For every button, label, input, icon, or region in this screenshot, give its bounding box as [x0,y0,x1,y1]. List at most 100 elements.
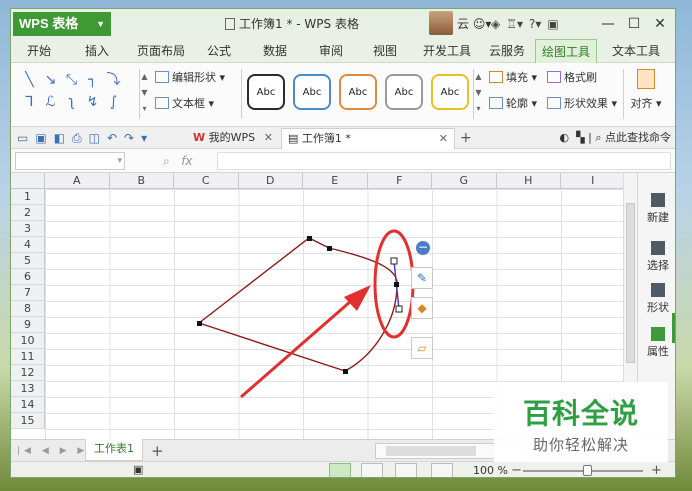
double-arrow-line-icon[interactable]: ⤡ [61,69,82,91]
shape-style-5[interactable]: Abc [431,74,469,110]
macro-record-icon[interactable]: ▣ [133,463,143,476]
tab-home[interactable]: 开始 [19,39,59,63]
open-icon[interactable]: ▭ [17,131,28,145]
style-gallery-scroll[interactable]: ▲ ▼ ▾ [473,69,483,119]
formula-bar: ▾ ⌕ fx [11,149,675,173]
reading-mode-button[interactable] [431,463,453,477]
save-icon[interactable]: ▣ [35,131,46,145]
line-shape-icon[interactable]: ╲ [19,69,40,91]
page-layout-view-button[interactable] [395,463,417,477]
cloud-account[interactable]: 云 ☺▾ [457,9,491,39]
task-pane-shapes[interactable]: 形状 [638,283,675,315]
vertex-handle [394,282,399,287]
undo-icon[interactable]: ↶ [107,131,117,145]
curved-arrow-icon[interactable]: ʅ [61,91,82,113]
format-painter-button[interactable]: 格式刷 [547,69,597,87]
freeform-curve-icon[interactable]: ∫ [103,91,124,113]
task-pane-new[interactable]: 新建 [638,193,675,225]
tab-workbook[interactable]: ▤ 工作簿1 * ✕ [281,128,455,149]
shape-gallery-scroll[interactable]: ▲ ▼ ▾ [139,69,149,119]
tab-drawing-tools[interactable]: 绘图工具 [535,39,597,63]
ribbon-divider [241,69,242,119]
shape-style-1[interactable]: Abc [247,74,285,110]
tab-insert[interactable]: 插入 [77,39,117,63]
chevron-down-icon: ▼ [96,19,105,29]
tab-formulas[interactable]: 公式 [199,39,239,63]
close-icon[interactable]: ✕ [439,129,448,149]
command-search[interactable]: ◐ ▚ | ⌕ 点此查找命令 [560,127,671,149]
align-button[interactable]: 对齐 ▾ [626,69,666,111]
new-tab-button[interactable]: + [460,127,472,149]
feedback-icon[interactable]: ▣ [547,17,558,31]
text-box-label: 文本框 [172,97,205,110]
sheet-nav-arrows[interactable]: |◀ ◀ ▶ ▶| [17,440,95,462]
shape-style-3[interactable]: Abc [339,74,377,110]
share-icon[interactable]: ◐ [560,131,570,144]
tab-review[interactable]: 审阅 [311,39,351,63]
curved-connector-icon[interactable]: ℒ [40,91,61,113]
print-icon[interactable]: ⎙ [72,131,82,145]
zoom-slider[interactable] [523,465,643,476]
zoom-in-button[interactable]: + [651,462,662,477]
add-sheet-button[interactable]: + [151,440,164,462]
close-icon[interactable]: ✕ [264,128,273,148]
normal-view-button[interactable] [329,463,351,477]
elbow-connector-icon[interactable]: ┐ [82,69,103,91]
shape-minus-button[interactable]: − [412,237,434,259]
arrow-line-icon[interactable]: ↘ [40,69,61,91]
text-box-button[interactable]: 文本框 ▾ [155,95,214,113]
outline-icon [489,97,503,109]
tab-data[interactable]: 数据 [255,39,295,63]
tab-developer[interactable]: 开发工具 [419,39,475,63]
avatar[interactable] [429,11,453,35]
elbow-arrow-icon[interactable]: ⤵ [103,69,124,91]
print-preview-icon[interactable]: ◫ [89,131,100,145]
tab-page-layout[interactable]: 页面布局 [133,39,189,63]
shape-effects-button[interactable]: 形状效果 ▾ [547,95,617,113]
tab-workbook-label: 工作簿1 * [301,132,351,145]
layout-icon[interactable]: ▚ [576,131,584,144]
task-pane-select[interactable]: 选择 [638,241,675,273]
formula-input[interactable] [217,152,671,170]
skin-icon[interactable]: ◈ [491,17,500,31]
minimize-button[interactable]: — [595,9,621,39]
export-pdf-icon[interactable]: ◧ [54,131,65,145]
shape-outline-button[interactable]: ✎ [411,267,433,289]
zoom-level[interactable]: 100 % [473,462,508,477]
tab-view[interactable]: 视图 [365,39,405,63]
insert-function-button[interactable]: fx [181,154,192,168]
customize-icon[interactable]: ▾ [141,131,147,145]
help-icon[interactable]: ?▾ [529,17,541,31]
tab-cloud-services[interactable]: 云服务 [483,39,531,63]
task-pane-properties[interactable]: 属性 [638,327,675,359]
scroll-thumb[interactable] [626,203,635,363]
shape-format-button[interactable]: ▱ [411,337,433,359]
maximize-button[interactable]: ☐ [621,9,647,39]
zoom-icon[interactable]: ⌕ [163,154,170,168]
close-button[interactable]: ✕ [647,9,673,39]
app-menu-button[interactable]: WPS 表格 ▼ [13,12,111,36]
sheet-tab-1[interactable]: 工作表1 [85,439,143,461]
edit-shape-button[interactable]: 编辑形状 ▾ [155,69,225,87]
shape-style-4[interactable]: Abc [385,74,423,110]
shape-fill-button[interactable]: ◆ [411,297,433,319]
page-break-view-button[interactable] [361,463,383,477]
zoom-out-button[interactable]: − [511,462,522,477]
tab-text-tools[interactable]: 文本工具 [605,39,667,63]
shape-effects-label: 形状效果 [564,97,608,110]
status-bar: ▣ 100 % − + [11,461,675,477]
edit-shape-icon [155,71,169,83]
scroll-thumb[interactable] [386,446,476,456]
task-pane-toggle[interactable] [672,313,675,343]
ribbon-divider [623,69,624,119]
name-box[interactable]: ▾ [15,152,125,170]
curved-double-arrow-icon[interactable]: ↯ [82,91,103,113]
shirt-icon[interactable]: ♖▾ [506,17,523,31]
zoom-slider-knob[interactable] [583,465,592,476]
elbow-double-arrow-icon[interactable]: ⅂ [19,91,40,113]
tab-my-wps[interactable]: W 我的WPS ✕ [187,128,279,149]
redo-icon[interactable]: ↷ [124,131,134,145]
fill-button[interactable]: 填充 ▾ [489,69,537,87]
outline-button[interactable]: 轮廓 ▾ [489,95,537,113]
shape-style-2[interactable]: Abc [293,74,331,110]
